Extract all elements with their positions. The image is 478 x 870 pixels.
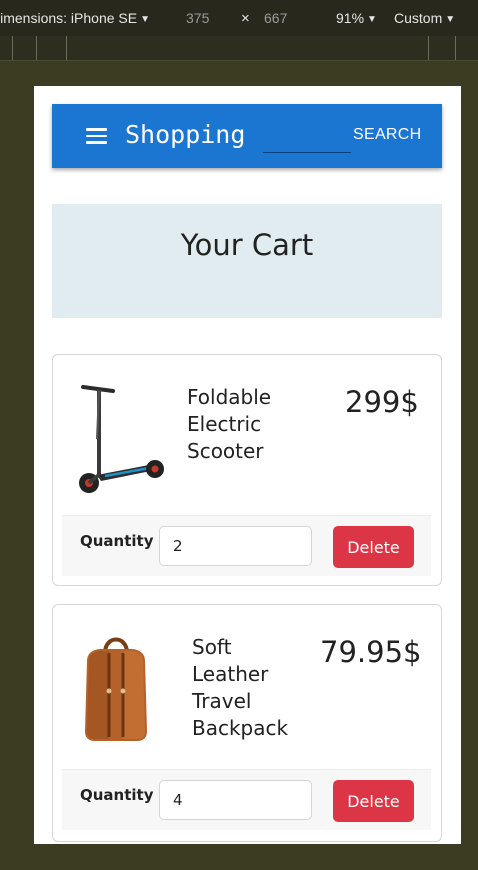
times-icon: × <box>241 10 250 27</box>
chevron-down-icon: ▼ <box>140 14 150 25</box>
device-select[interactable]: Dimensions: iPhone SE ▼ <box>0 10 150 26</box>
quantity-input[interactable] <box>159 526 312 566</box>
ruler-tick <box>12 36 13 60</box>
cart-banner: Your Cart <box>52 204 442 318</box>
height-field[interactable]: 667 <box>264 10 287 26</box>
chevron-down-icon: ▼ <box>367 14 377 25</box>
width-field[interactable]: 375 <box>186 10 209 26</box>
throttle-label: Custom <box>394 10 443 26</box>
app-bar: Shopping SEARCH <box>52 104 442 168</box>
app-title: Shopping <box>125 120 246 149</box>
search-input[interactable] <box>263 130 351 153</box>
device-toolbar: Dimensions: iPhone SE ▼ 375 × 667 91% ▼ Cu… <box>0 0 478 36</box>
product-name: Foldable Electric Scooter <box>187 385 272 463</box>
menu-icon[interactable] <box>86 128 107 144</box>
ruler-tick <box>428 36 429 60</box>
chevron-down-icon: ▼ <box>445 14 456 25</box>
product-name: Soft Leather Travel Backpack <box>192 635 289 740</box>
throttle-select[interactable]: Custom ▼ <box>394 10 455 26</box>
device-viewport: Shopping SEARCH Your Cart Foldable Elect… <box>34 86 461 844</box>
product-price: 299$ <box>345 385 419 419</box>
cart-item: Foldable Electric Scooter 299$ Quantity … <box>52 354 442 586</box>
ruler-tick <box>66 36 67 60</box>
quantity-input[interactable] <box>159 780 312 820</box>
page-title: Your Cart <box>180 228 314 262</box>
delete-button[interactable]: Delete <box>333 526 414 568</box>
zoom-label: 91% <box>336 10 365 26</box>
media-query-ruler <box>0 36 478 61</box>
cart-item-footer: Quantity Delete <box>62 515 431 576</box>
leather-backpack-image <box>85 637 147 741</box>
electric-scooter-image <box>79 385 164 493</box>
product-price: 79.95$ <box>320 635 422 669</box>
delete-button[interactable]: Delete <box>333 780 414 822</box>
device-dimensions-label: Dimensions: iPhone SE <box>0 10 138 26</box>
quantity-label: Quantity <box>80 786 154 804</box>
quantity-label: Quantity <box>80 532 154 550</box>
cart-item: Soft Leather Travel Backpack 79.95$ Quan… <box>52 604 442 842</box>
search-button[interactable]: SEARCH <box>353 126 421 144</box>
cart-item-footer: Quantity Delete <box>62 769 431 830</box>
zoom-select[interactable]: 91% ▼ <box>336 10 377 26</box>
ruler-tick <box>36 36 37 60</box>
ruler-tick <box>455 36 456 60</box>
